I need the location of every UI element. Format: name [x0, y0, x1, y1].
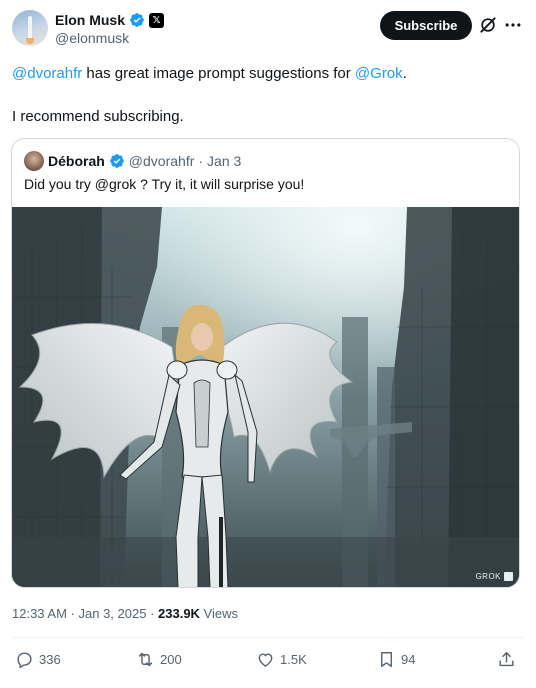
post-time[interactable]: 12:33 AM: [12, 606, 67, 621]
repost-count: 200: [160, 651, 182, 667]
heart-icon: [258, 652, 273, 667]
bookmark-button[interactable]: 94: [377, 648, 415, 670]
tweet[interactable]: Elon Musk 𝕏 @elonmusk Subscribe @dvorahf…: [0, 0, 536, 688]
quoted-date[interactable]: Jan 3: [207, 153, 241, 169]
grok-watermark-icon: [504, 572, 513, 581]
more-icon[interactable]: [503, 15, 523, 35]
mention-link[interactable]: @Grok: [355, 65, 403, 82]
grok-watermark: GROK: [475, 572, 513, 581]
quoted-text: Did you try @grok ? Try it, it will surp…: [24, 176, 305, 192]
quoted-author-line: Déborah @dvorahfr · Jan 3: [48, 152, 241, 170]
meta-separator: ·: [146, 606, 159, 621]
angel-illustration: [12, 207, 519, 587]
author-name-line: Elon Musk 𝕏: [55, 11, 165, 29]
quoted-author-name[interactable]: Déborah: [48, 153, 105, 169]
reply-icon: [17, 651, 32, 668]
quoted-author-avatar[interactable]: [24, 151, 44, 171]
reply-count: 336: [39, 651, 61, 667]
share-button[interactable]: [497, 648, 516, 670]
post-text-line-2: I recommend subscribing.: [12, 108, 184, 125]
reply-button[interactable]: 336: [15, 648, 61, 670]
post-date[interactable]: Jan 3, 2025: [79, 606, 147, 621]
like-button[interactable]: 1.5K: [256, 648, 307, 670]
author-handle[interactable]: @elonmusk: [55, 30, 129, 46]
rocket-flame: [26, 38, 34, 44]
repost-button[interactable]: 200: [136, 648, 182, 670]
post-text-line-1: @dvorahfr has great image prompt suggest…: [12, 65, 407, 82]
repost-icon: [138, 652, 153, 666]
rocket-shape: [28, 16, 32, 40]
bookmark-icon: [381, 651, 392, 667]
views-count[interactable]: 233.9K: [158, 606, 200, 621]
divider: [12, 637, 524, 638]
meta-separator: ·: [66, 606, 79, 621]
author-display-name[interactable]: Elon Musk: [55, 12, 125, 28]
subscribe-button[interactable]: Subscribe: [380, 11, 472, 40]
share-icon: [499, 651, 514, 666]
post-text-fragment: .: [402, 65, 407, 82]
post-text-fragment: has great image prompt suggestions for: [82, 65, 355, 82]
quoted-tweet[interactable]: Déborah @dvorahfr · Jan 3 Did you try @g…: [11, 138, 520, 588]
mention-link[interactable]: @dvorahfr: [12, 65, 82, 82]
grok-watermark-text: GROK: [475, 572, 501, 581]
like-count: 1.5K: [280, 651, 307, 667]
bookmark-count: 94: [401, 651, 416, 667]
post-meta: 12:33 AM · Jan 3, 2025 · 233.9K Views: [12, 606, 238, 621]
quoted-author-handle[interactable]: @dvorahfr: [129, 153, 195, 169]
author-avatar[interactable]: [12, 10, 48, 46]
verified-badge-icon: [130, 13, 144, 27]
quoted-separator: ·: [198, 153, 204, 169]
views-label: Views: [199, 606, 238, 621]
x-affiliate-badge-icon: 𝕏: [149, 12, 165, 28]
grok-icon[interactable]: [478, 15, 498, 35]
quoted-image[interactable]: GROK: [12, 207, 519, 587]
verified-badge-icon: [109, 154, 124, 168]
